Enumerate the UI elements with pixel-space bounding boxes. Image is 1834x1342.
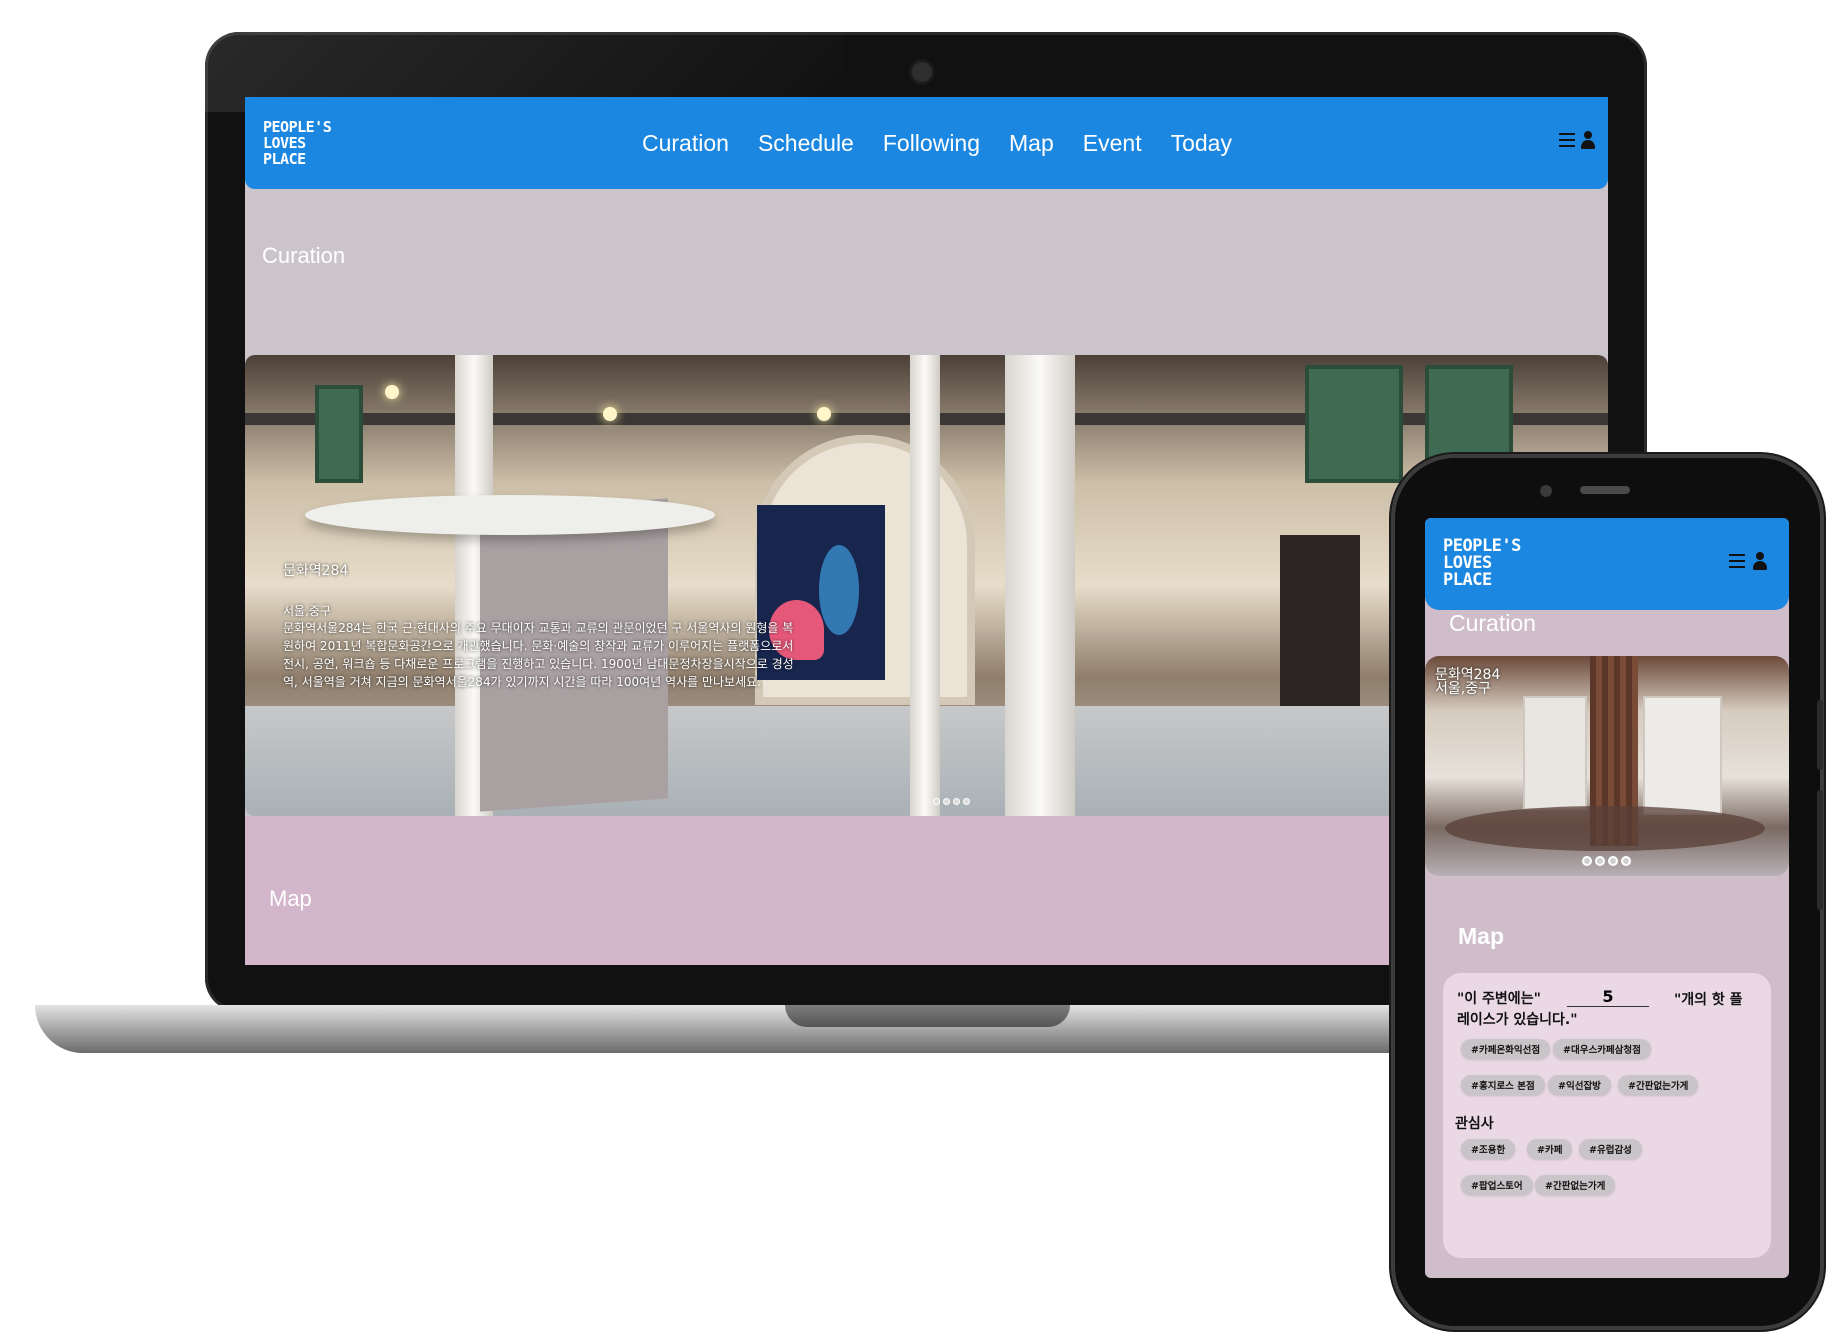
nav-link-today[interactable]: Today — [1171, 130, 1232, 157]
carousel-dot[interactable] — [1595, 856, 1605, 866]
interest-tag[interactable]: #카페 — [1527, 1139, 1573, 1159]
laptop-notch — [785, 1005, 1070, 1027]
logo-line: PLACE — [263, 150, 306, 168]
carousel-dot[interactable] — [943, 798, 950, 805]
hot-place-sentence-end: 레이스가 있습니다." — [1457, 1012, 1578, 1028]
place-name: 문화역284 — [1435, 667, 1501, 683]
mobile-hero-caption: 문화역284 서울,중구 — [1435, 668, 1500, 696]
place-description: 문화역서울284는 한국 근·현대사의 주요 무대이자 교통과 교류의 관문이었… — [283, 621, 794, 689]
hamburger-menu-icon[interactable] — [1559, 133, 1575, 147]
interest-tag[interactable]: #간판없는가게 — [1535, 1175, 1616, 1195]
nav-links: Curation Schedule Following Map Event To… — [642, 97, 1261, 189]
interest-label: 관심사 — [1455, 1116, 1494, 1132]
hot-place-tag[interactable]: #익선잡방 — [1548, 1075, 1611, 1095]
hot-place-card: "이 주변에는" 5 "개의 핫 플 레이스가 있습니다." #카페온화익선점 … — [1443, 973, 1771, 1258]
curation-section-title: Curation — [262, 243, 346, 268]
place-location: 서울,중구 — [1435, 681, 1491, 697]
brand-logo[interactable]: PEOPLE'S LOVES PLACE — [263, 118, 332, 168]
brand-logo[interactable]: PEOPLE'S LOVES PLACE — [1443, 538, 1521, 589]
carousel-dot[interactable] — [1608, 856, 1618, 866]
mobile-curation-title: Curation — [1449, 610, 1536, 636]
hot-place-tag[interactable]: #간판없는가게 — [1618, 1075, 1699, 1095]
phone-button — [1817, 790, 1823, 910]
logo-line: PEOPLE'S — [263, 118, 332, 136]
map-section-title: Map — [269, 886, 312, 911]
nav-icons — [1559, 131, 1595, 149]
carousel-dots — [1582, 856, 1631, 866]
carousel-dots — [933, 798, 970, 805]
mobile-curation-carousel[interactable]: 문화역284 서울,중구 — [1425, 656, 1789, 876]
hot-place-tag[interactable]: #카페온화익선점 — [1461, 1039, 1551, 1059]
interest-tag[interactable]: #조용한 — [1461, 1139, 1516, 1159]
top-navbar: PEOPLE'S LOVES PLACE Curation Schedule F… — [245, 97, 1608, 189]
webcam-icon — [912, 62, 932, 82]
nav-link-schedule[interactable]: Schedule — [758, 130, 854, 157]
nav-link-event[interactable]: Event — [1083, 130, 1142, 157]
hero-caption: 문화역284 서울,중구 문화역서울284는 한국 근·현대사의 주요 무대이자… — [283, 560, 803, 691]
speaker-icon — [1580, 486, 1630, 494]
carousel-dot[interactable] — [1582, 856, 1592, 866]
hot-place-count: 5 — [1567, 987, 1649, 1007]
front-camera-icon — [1540, 485, 1552, 497]
hot-place-tag[interactable]: #대우스카페삼청점 — [1553, 1039, 1651, 1059]
user-icon[interactable] — [1753, 552, 1767, 570]
logo-line: LOVES — [263, 134, 306, 152]
carousel-dot[interactable] — [963, 798, 970, 805]
user-icon[interactable] — [1581, 131, 1595, 149]
mobile-nav-icons — [1729, 552, 1767, 570]
nav-link-following[interactable]: Following — [883, 130, 980, 157]
hot-place-suffix: "개의 핫 플 — [1674, 992, 1743, 1008]
hot-place-tag[interactable]: #홍지로스 본점 — [1461, 1075, 1545, 1095]
nav-link-map[interactable]: Map — [1009, 130, 1054, 157]
interest-tag[interactable]: #유럽감성 — [1579, 1139, 1642, 1159]
mobile-map-title: Map — [1458, 923, 1504, 949]
mobile-navbar: PEOPLE'S LOVES PLACE — [1425, 518, 1789, 610]
place-location: 서울,중구 — [283, 604, 331, 618]
carousel-dot[interactable] — [953, 798, 960, 805]
mobile-screen: PEOPLE'S LOVES PLACE Curation 문화역284 서울,… — [1425, 518, 1789, 1278]
nav-link-curation[interactable]: Curation — [642, 130, 729, 157]
hamburger-menu-icon[interactable] — [1729, 554, 1745, 568]
logo-line: PLACE — [1443, 570, 1492, 590]
phone-button — [1817, 700, 1823, 770]
carousel-dot[interactable] — [933, 798, 940, 805]
interest-tag[interactable]: #팝업스토어 — [1461, 1175, 1533, 1195]
carousel-dot[interactable] — [1621, 856, 1631, 866]
place-name: 문화역284 — [283, 563, 349, 579]
hot-place-prefix: "이 주변에는" — [1457, 991, 1541, 1007]
